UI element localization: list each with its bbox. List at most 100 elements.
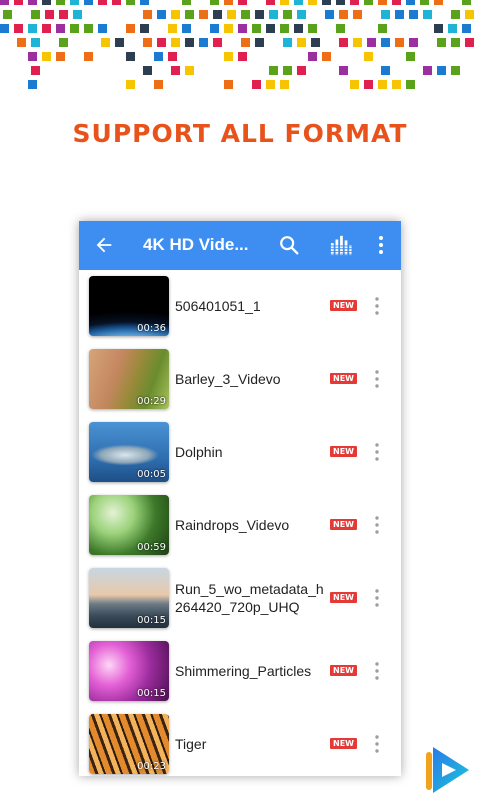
mosaic-pixel — [84, 52, 93, 61]
new-badge: NEW — [330, 519, 357, 530]
mosaic-pixel — [378, 0, 387, 5]
mosaic-pixel — [283, 38, 292, 47]
video-duration: 00:15 — [137, 688, 166, 699]
mosaic-pixel — [367, 38, 376, 47]
video-duration: 00:29 — [137, 396, 166, 407]
more-options-icon[interactable] — [372, 296, 382, 316]
mosaic-pixel — [112, 0, 121, 5]
mosaic-pixel — [185, 66, 194, 75]
mosaic-pixel — [42, 24, 51, 33]
mosaic-pixel — [56, 0, 65, 5]
arrow-left-icon[interactable] — [93, 234, 115, 256]
mosaic-pixel — [70, 0, 79, 5]
mosaic-pixel — [308, 24, 317, 33]
video-list-item[interactable]: 00:15 Run_5_wo_metadata_h 264420_720p_UHQ N… — [79, 562, 401, 635]
mosaic-pixel — [423, 66, 432, 75]
pixel-mosaic-decoration — [0, 0, 474, 89]
more-options-icon[interactable] — [372, 442, 382, 462]
mosaic-pixel — [126, 80, 135, 89]
video-thumbnail[interactable]: 00:59 — [89, 495, 169, 555]
video-thumbnail[interactable]: 00:29 — [89, 349, 169, 409]
mosaic-pixel — [31, 38, 40, 47]
app-bar: 4K HD Vide... — [79, 221, 401, 270]
mosaic-pixel — [210, 0, 219, 5]
video-duration: 00:23 — [137, 761, 166, 772]
video-duration: 00:59 — [137, 542, 166, 553]
mosaic-pixel — [42, 0, 51, 5]
mosaic-pixel — [364, 0, 373, 5]
mosaic-pixel — [392, 80, 401, 89]
mosaic-pixel — [448, 24, 457, 33]
video-duration: 00:15 — [137, 615, 166, 626]
mosaic-pixel — [339, 38, 348, 47]
mosaic-pixel — [157, 10, 166, 19]
mosaic-pixel — [17, 38, 26, 47]
mosaic-pixel — [434, 24, 443, 33]
mosaic-pixel — [28, 0, 37, 5]
video-list-item[interactable]: 00:23 Tiger NEW — [79, 708, 401, 776]
mosaic-pixel — [451, 10, 460, 19]
more-options-icon[interactable] — [372, 369, 382, 389]
video-list: 00:36 506401051_1 NEW 00:29 Barley_3_Videvo N… — [79, 270, 401, 776]
video-thumbnail[interactable]: 00:36 — [89, 276, 169, 336]
mosaic-pixel — [98, 0, 107, 5]
search-icon[interactable] — [278, 234, 300, 256]
mosaic-pixel — [353, 10, 362, 19]
mosaic-pixel — [311, 38, 320, 47]
mosaic-pixel — [227, 10, 236, 19]
more-options-icon[interactable] — [372, 515, 382, 535]
video-thumbnail[interactable]: 00:05 — [89, 422, 169, 482]
video-list-item[interactable]: 00:59 Raindrops_Videvo NEW — [79, 489, 401, 562]
mosaic-pixel — [171, 38, 180, 47]
mosaic-pixel — [182, 0, 191, 5]
mosaic-pixel — [185, 38, 194, 47]
equalizer-icon[interactable] — [330, 234, 352, 256]
video-title: Raindrops_Videvo — [175, 517, 290, 533]
mosaic-pixel — [252, 80, 261, 89]
mosaic-pixel — [59, 10, 68, 19]
mosaic-pixel — [126, 0, 135, 5]
mosaic-pixel — [143, 10, 152, 19]
video-title: Tiger — [175, 736, 207, 752]
more-options-icon[interactable] — [372, 588, 382, 608]
mosaic-pixel — [238, 0, 247, 5]
more-options-icon[interactable] — [372, 661, 382, 681]
more-vertical-icon[interactable] — [373, 234, 389, 256]
mosaic-pixel — [381, 10, 390, 19]
mosaic-pixel — [210, 24, 219, 33]
new-badge: NEW — [330, 446, 357, 457]
mosaic-pixel — [70, 24, 79, 33]
mosaic-pixel — [364, 80, 373, 89]
app-title: 4K HD Vide... — [143, 235, 249, 254]
mosaic-pixel — [294, 0, 303, 5]
video-list-item[interactable]: 00:15 Shimmering_Particles NEW — [79, 635, 401, 708]
mosaic-pixel — [126, 24, 135, 33]
mosaic-pixel — [45, 10, 54, 19]
video-list-item[interactable]: 00:05 Dolphin NEW — [79, 416, 401, 489]
mosaic-pixel — [84, 0, 93, 5]
mosaic-pixel — [238, 52, 247, 61]
mosaic-pixel — [28, 24, 37, 33]
mosaic-pixel — [28, 80, 37, 89]
mosaic-pixel — [143, 66, 152, 75]
mosaic-pixel — [409, 10, 418, 19]
video-thumbnail[interactable]: 00:15 — [89, 568, 169, 628]
more-options-icon[interactable] — [372, 734, 382, 754]
video-thumbnail[interactable]: 00:23 — [89, 714, 169, 774]
mosaic-pixel — [98, 24, 107, 33]
mosaic-pixel — [3, 10, 12, 19]
mosaic-pixel — [42, 52, 51, 61]
mosaic-pixel — [423, 10, 432, 19]
mosaic-pixel — [182, 24, 191, 33]
video-thumbnail[interactable]: 00:15 — [89, 641, 169, 701]
mosaic-pixel — [266, 80, 275, 89]
mosaic-pixel — [462, 0, 471, 5]
video-list-item[interactable]: 00:29 Barley_3_Videvo NEW — [79, 343, 401, 416]
mosaic-pixel — [392, 0, 401, 5]
mosaic-pixel — [283, 10, 292, 19]
mosaic-pixel — [437, 38, 446, 47]
mosaic-pixel — [31, 66, 40, 75]
video-duration: 00:05 — [137, 469, 166, 480]
video-list-item[interactable]: 00:36 506401051_1 NEW — [79, 270, 401, 343]
mosaic-pixel — [185, 10, 194, 19]
